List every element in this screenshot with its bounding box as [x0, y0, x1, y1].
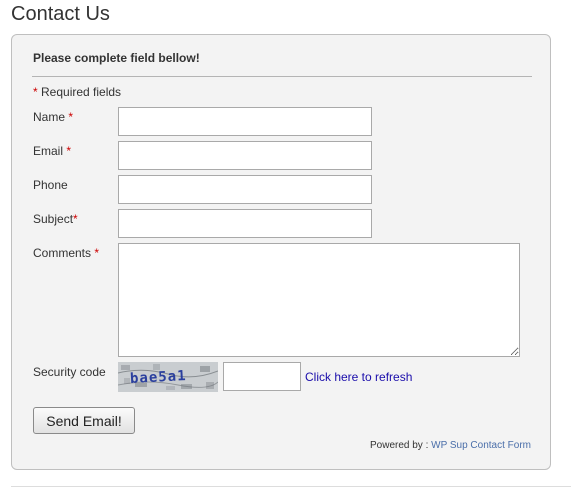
name-label-text: Name [33, 110, 66, 124]
phone-label-text: Phone [33, 178, 68, 192]
subject-input[interactable] [118, 209, 372, 238]
name-label: Name * [33, 110, 73, 124]
form-heading: Please complete field bellow! [33, 51, 200, 65]
refresh-captcha-link[interactable]: Click here to refresh [305, 370, 412, 384]
comments-textarea[interactable] [118, 243, 520, 357]
wp-sup-contact-form-link[interactable]: WP Sup Contact Form [431, 440, 531, 451]
powered-by: Powered by : WP Sup Contact Form [370, 440, 531, 451]
security-code-input[interactable] [223, 362, 301, 391]
email-required-asterisk: * [66, 144, 72, 158]
subject-label-text: Subject [33, 212, 74, 226]
comments-label: Comments * [33, 246, 99, 260]
page-bottom-divider [11, 486, 571, 487]
comments-required-asterisk: * [94, 246, 100, 260]
name-input[interactable] [118, 107, 372, 136]
comments-label-text: Comments [33, 246, 92, 260]
captcha-text: bae5a1 [130, 368, 187, 387]
required-fields-note: * Required fields [33, 85, 121, 99]
phone-input[interactable] [118, 175, 372, 204]
send-email-button[interactable]: Send Email! [33, 407, 135, 434]
subject-label: Subject* [33, 212, 78, 226]
captcha-image: bae5a1 [118, 362, 218, 392]
security-code-label: Security code [33, 365, 106, 379]
required-asterisk: * [33, 85, 38, 99]
name-required-asterisk: * [68, 110, 74, 124]
page-title: Contact Us [11, 3, 110, 25]
subject-required-asterisk: * [73, 212, 78, 226]
required-note-text: Required fields [41, 85, 122, 99]
heading-divider [32, 76, 532, 77]
phone-label: Phone [33, 178, 68, 192]
contact-form-panel: Please complete field bellow! * Required… [11, 34, 551, 470]
email-label: Email * [33, 144, 71, 158]
email-input[interactable] [118, 141, 372, 170]
powered-by-label: Powered by : [369, 440, 429, 451]
email-label-text: Email [33, 144, 64, 158]
